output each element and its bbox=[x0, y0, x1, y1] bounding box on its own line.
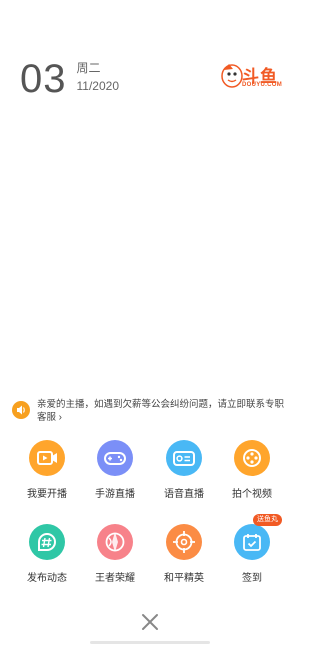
voice-live-button[interactable]: 语音直播 bbox=[154, 440, 214, 500]
king-glory-icon bbox=[97, 524, 133, 560]
mobile-game-live-button[interactable]: 手游直播 bbox=[85, 440, 145, 500]
king-glory-button[interactable]: 王者荣耀 bbox=[85, 524, 145, 584]
voice-card-icon bbox=[166, 440, 202, 476]
notice-text-wrap: 亲爱的主播，如遇到欠薪等公会纠纷问题，请立即联系专职客服 › bbox=[37, 398, 290, 424]
calendar-check-icon: 送鱼丸 bbox=[234, 514, 282, 560]
action-label: 发布动态 bbox=[27, 573, 67, 584]
action-label: 王者荣耀 bbox=[95, 573, 135, 584]
gamepad-icon bbox=[97, 440, 133, 476]
close-icon bbox=[142, 614, 158, 630]
logo-text-en: DOUYU.COM bbox=[242, 82, 283, 88]
weekday: 周二 bbox=[76, 61, 101, 75]
action-label: 签到 bbox=[242, 573, 262, 584]
peace-elite-button[interactable]: 和平精英 bbox=[154, 524, 214, 584]
reward-badge: 送鱼丸 bbox=[253, 514, 282, 526]
month-year: 11/2020 bbox=[76, 79, 120, 93]
video-reel-icon bbox=[234, 440, 270, 476]
douyu-logo: 斗鱼 DOUYU.COM bbox=[220, 62, 283, 90]
action-label: 拍个视频 bbox=[232, 489, 272, 500]
chevron-right-icon: › bbox=[58, 412, 62, 423]
post-update-button[interactable]: 发布动态 bbox=[17, 524, 77, 584]
action-label: 和平精英 bbox=[164, 573, 204, 584]
date-block: 03 周二 11/2020 bbox=[20, 58, 119, 100]
action-label: 我要开播 bbox=[27, 489, 67, 500]
live-camera-icon bbox=[29, 440, 65, 476]
action-row-2: 发布动态 王者荣耀 和平精英 送鱼丸 签到 bbox=[0, 514, 300, 594]
hashtag-icon bbox=[29, 524, 65, 560]
home-indicator bbox=[90, 641, 210, 644]
speaker-icon bbox=[12, 401, 30, 419]
shoot-video-button[interactable]: 拍个视频 bbox=[222, 440, 282, 500]
notice-text: 亲爱的主播，如遇到欠薪等公会纠纷问题，请立即联系专职客服 bbox=[37, 399, 285, 423]
fish-mascot-icon bbox=[221, 64, 243, 88]
post-menu-screen: 03 周二 11/2020 斗鱼 DOUYU.COM 亲爱的主播，如遇到欠薪等公… bbox=[0, 0, 300, 650]
date-meta: 周二 11/2020 bbox=[77, 60, 120, 94]
action-label: 手游直播 bbox=[95, 489, 135, 500]
start-live-button[interactable]: 我要开播 bbox=[17, 440, 77, 500]
close-button[interactable] bbox=[138, 610, 162, 634]
dispute-notice[interactable]: 亲爱的主播，如遇到欠薪等公会纠纷问题，请立即联系专职客服 › bbox=[12, 398, 290, 424]
action-row-1: 我要开播 手游直播 语音直播 拍个视频 bbox=[0, 440, 300, 510]
sign-in-button[interactable]: 送鱼丸 签到 bbox=[222, 514, 282, 584]
crosshair-icon bbox=[166, 524, 202, 560]
action-label: 语音直播 bbox=[164, 489, 204, 500]
day-number: 03 bbox=[20, 57, 67, 101]
